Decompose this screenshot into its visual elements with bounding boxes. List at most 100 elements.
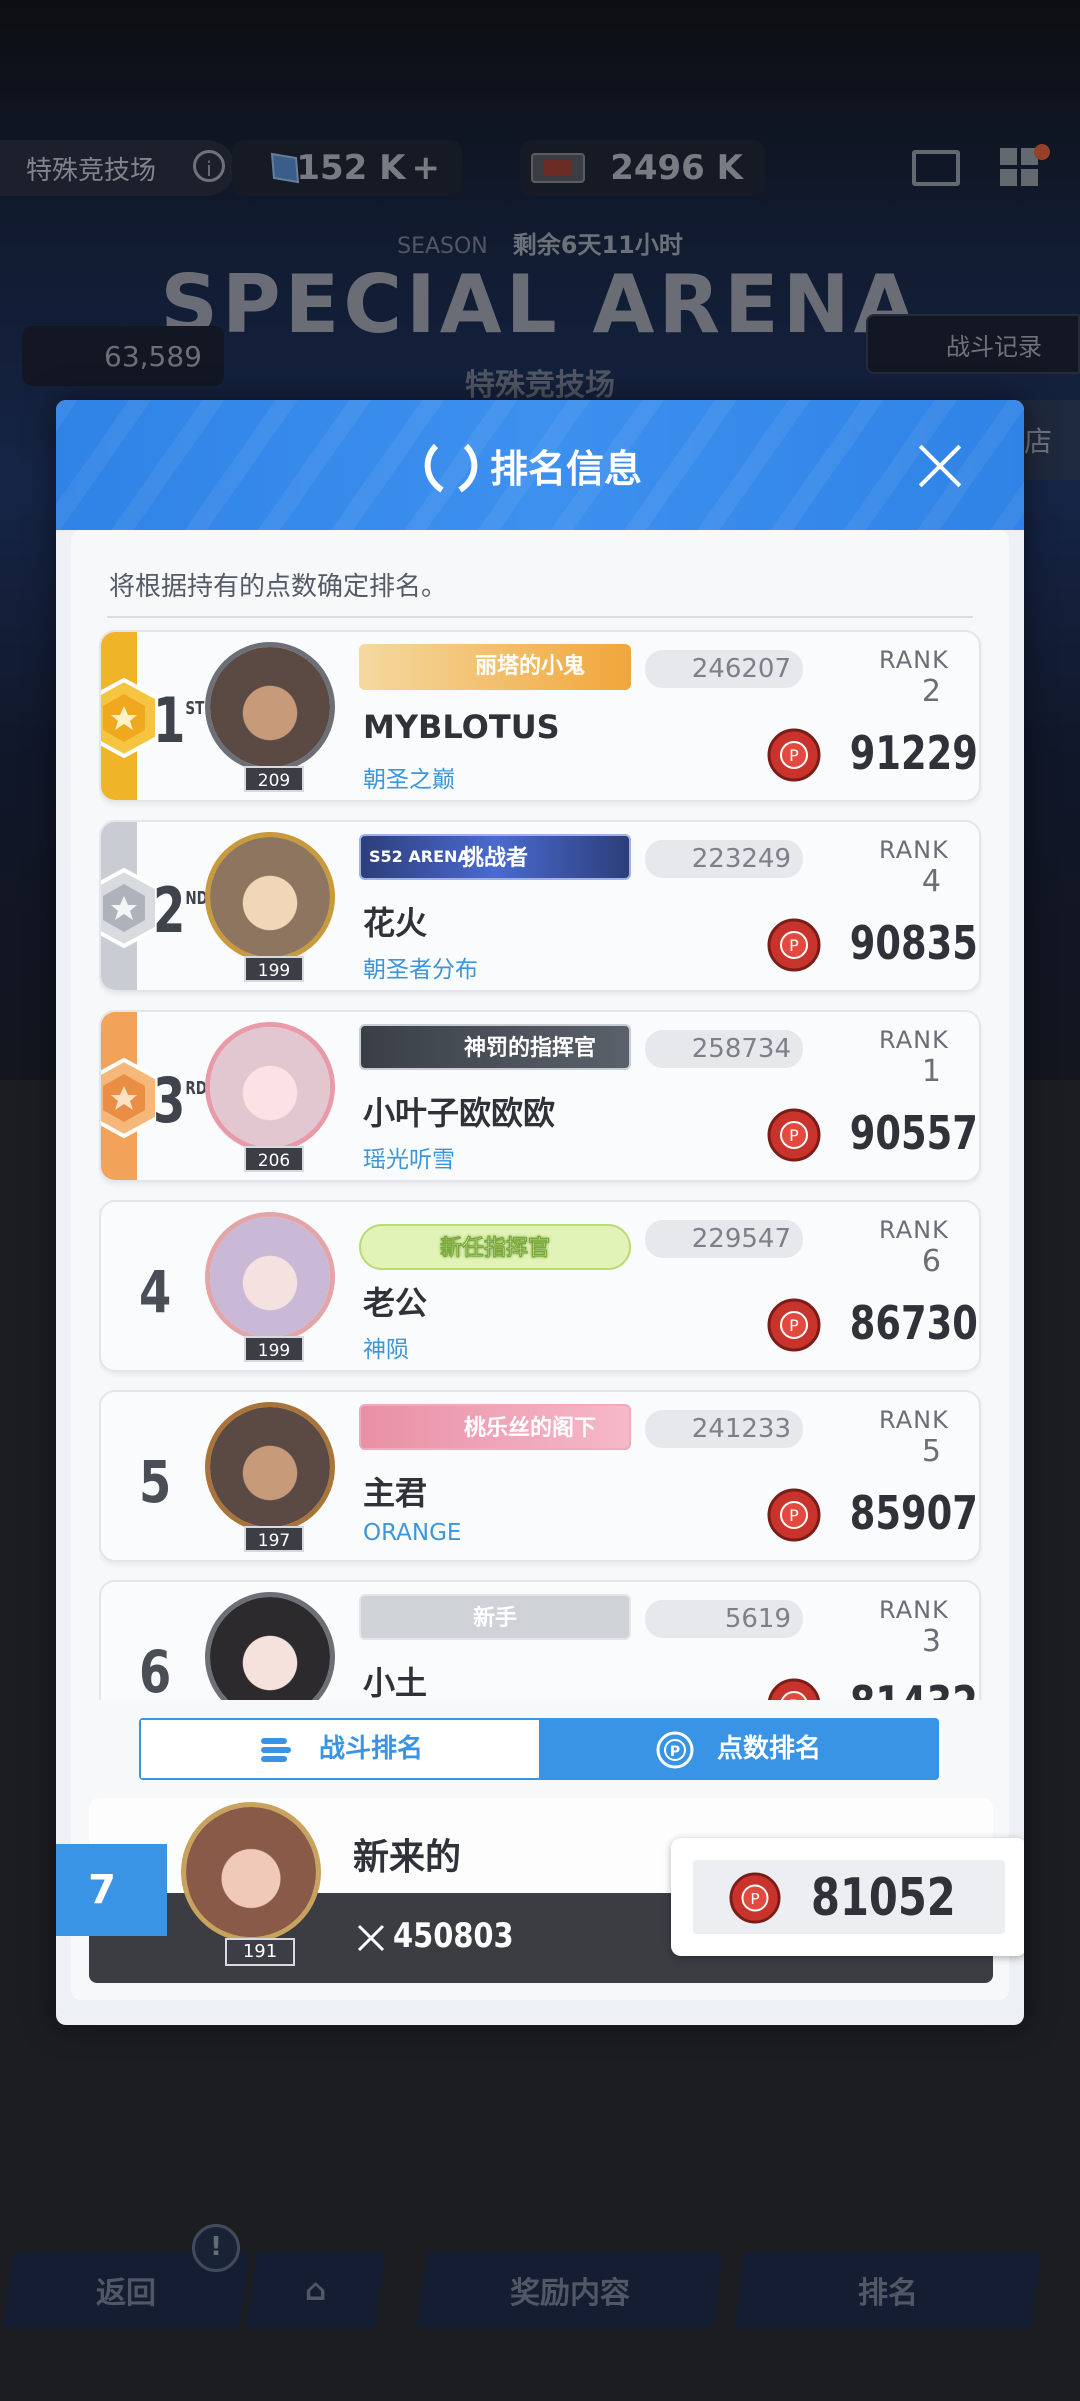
place-number: 6 xyxy=(139,1638,172,1700)
avatar[interactable] xyxy=(205,1212,335,1342)
point-chip-icon: P xyxy=(767,1488,821,1542)
my-name: 新来的 xyxy=(353,1837,462,1878)
point-chip-icon: P xyxy=(767,1678,821,1700)
modal-header: 排名信息 xyxy=(56,400,1024,530)
title-badge: 丽塔的小鬼 xyxy=(359,644,631,690)
ranking-tabs: 战斗排名 P 点数排名 xyxy=(139,1718,939,1780)
combat-power: 241233 xyxy=(645,1410,803,1448)
points-score: 90835 xyxy=(849,916,978,970)
my-combat-power: 450803 xyxy=(393,1916,514,1956)
my-place: 7 xyxy=(56,1844,167,1936)
point-chip-icon: P xyxy=(767,728,821,782)
rank-number: 1 xyxy=(921,1054,941,1089)
point-chip-icon: P xyxy=(767,1298,821,1352)
svg-text:P: P xyxy=(789,1506,799,1525)
tab-points-label: 点数排名 xyxy=(716,1734,821,1764)
modal-title: 排名信息 xyxy=(56,438,1024,493)
tab-points-ranking[interactable]: P 点数排名 xyxy=(539,1720,937,1778)
gold-medal-icon xyxy=(101,678,159,758)
place-number: 1ST xyxy=(153,684,205,757)
points-score: 81432 xyxy=(850,1676,978,1700)
title-badge: 新任指挥官 xyxy=(359,1224,631,1270)
points-score: 90557 xyxy=(849,1106,978,1160)
svg-text:P: P xyxy=(789,936,799,955)
point-chip-icon: P xyxy=(729,1872,781,1924)
combat-power: 223249 xyxy=(645,840,803,878)
player-name: 小土 xyxy=(363,1664,428,1700)
ranking-row[interactable]: 2ND 199 S52 ARENA 挑战者 223249 花火 朝圣者分布 RA… xyxy=(99,820,981,992)
ranking-row[interactable]: 5 197 桃乐丝的阁下 241233 主君 ORANGE RANK 5 P 8… xyxy=(99,1390,981,1562)
my-score-card: P 81052 xyxy=(671,1838,1024,1956)
rank-number: 3 xyxy=(921,1624,941,1659)
guild-name: 朝圣者分布 xyxy=(363,957,478,983)
rank-label: RANK xyxy=(879,1216,949,1244)
divider xyxy=(107,616,973,618)
silver-medal-icon xyxy=(101,868,159,948)
ranking-panel: 将根据持有的点数确定排名。 1ST 209 丽塔的小鬼 246207 MYBLO… xyxy=(56,530,1024,2000)
place-number: 3RD xyxy=(153,1064,207,1137)
svg-text:P: P xyxy=(789,1316,799,1335)
avatar[interactable] xyxy=(205,642,335,772)
guild-name: 朝圣之巅 xyxy=(363,767,455,793)
avatar[interactable] xyxy=(205,1402,335,1532)
points-score: 91229 xyxy=(849,726,978,780)
guild-name: 神陨 xyxy=(363,1337,409,1363)
svg-text:P: P xyxy=(750,1890,759,1908)
title-badge: 新手 xyxy=(359,1594,631,1640)
bronze-medal-icon xyxy=(101,1058,159,1138)
rank-label: RANK xyxy=(879,1406,949,1434)
level-badge: 199 xyxy=(244,956,304,982)
points-score: 85907 xyxy=(849,1486,978,1540)
place-number: 4 xyxy=(139,1258,172,1326)
points-score: 86730 xyxy=(849,1296,978,1350)
player-name: 主君 xyxy=(363,1474,428,1512)
combat-power: 229547 xyxy=(645,1220,803,1258)
place-number: 5 xyxy=(139,1448,172,1516)
title-badge: S52 ARENA 挑战者 xyxy=(359,834,631,880)
guild-name: 瑶光听雪 xyxy=(363,1147,455,1173)
avatar[interactable] xyxy=(205,1592,335,1700)
rank-label: RANK xyxy=(879,646,949,674)
crossed-swords-icon xyxy=(357,1924,385,1952)
title-badge: 神罚的指挥官 xyxy=(359,1024,631,1070)
combat-power: 246207 xyxy=(645,650,803,688)
ranking-row[interactable]: 4 199 新任指挥官 229547 老公 神陨 RANK 6 P 86730 xyxy=(99,1200,981,1372)
level-badge: 197 xyxy=(244,1526,304,1552)
modal-title-text: 排名信息 xyxy=(489,447,642,491)
level-badge: 209 xyxy=(244,766,304,792)
avatar[interactable] xyxy=(205,1022,335,1152)
ranking-row[interactable]: 6 新手 5619 小土 RANK 3 P 81432 xyxy=(99,1580,981,1700)
rank-label: RANK xyxy=(879,1026,949,1054)
avatar[interactable] xyxy=(205,832,335,962)
svg-text:P: P xyxy=(670,1744,680,1760)
rank-label: RANK xyxy=(879,1596,949,1624)
tab-battle-label: 战斗排名 xyxy=(318,1734,423,1764)
ranking-description: 将根据持有的点数确定排名。 xyxy=(109,572,448,602)
level-badge: 206 xyxy=(244,1146,304,1172)
rank-number: 2 xyxy=(921,674,941,709)
place-number: 2ND xyxy=(153,874,208,947)
close-icon[interactable] xyxy=(916,442,964,490)
points-coin-icon: P xyxy=(656,1731,694,1768)
rank-label: RANK xyxy=(879,836,949,864)
rank-number: 6 xyxy=(921,1244,941,1279)
rank-number: 5 xyxy=(921,1434,941,1469)
combat-power: 258734 xyxy=(645,1030,803,1068)
my-level: 191 xyxy=(225,1938,295,1966)
bullets-icon xyxy=(260,1737,291,1762)
player-name: MYBLOTUS xyxy=(363,708,560,746)
ranking-row[interactable]: 3RD 206 神罚的指挥官 258734 小叶子欧欧欧 瑶光听雪 RANK 1 xyxy=(99,1010,981,1182)
guild-name: ORANGE xyxy=(363,1520,462,1546)
player-name: 花火 xyxy=(363,904,428,942)
player-name: 老公 xyxy=(363,1284,428,1322)
title-badge: 桃乐丝的阁下 xyxy=(359,1404,631,1450)
tab-battle-ranking[interactable]: 战斗排名 xyxy=(141,1720,539,1778)
my-score: 81052 xyxy=(811,1868,956,1928)
my-avatar[interactable] xyxy=(181,1802,321,1942)
ranking-list[interactable]: 1ST 209 丽塔的小鬼 246207 MYBLOTUS 朝圣之巅 RANK … xyxy=(99,630,983,1700)
combat-power: 5619 xyxy=(645,1600,803,1638)
point-chip-icon: P xyxy=(767,1108,821,1162)
svg-text:P: P xyxy=(789,1126,799,1145)
level-badge: 199 xyxy=(244,1336,304,1362)
ranking-row[interactable]: 1ST 209 丽塔的小鬼 246207 MYBLOTUS 朝圣之巅 RANK … xyxy=(99,630,981,802)
